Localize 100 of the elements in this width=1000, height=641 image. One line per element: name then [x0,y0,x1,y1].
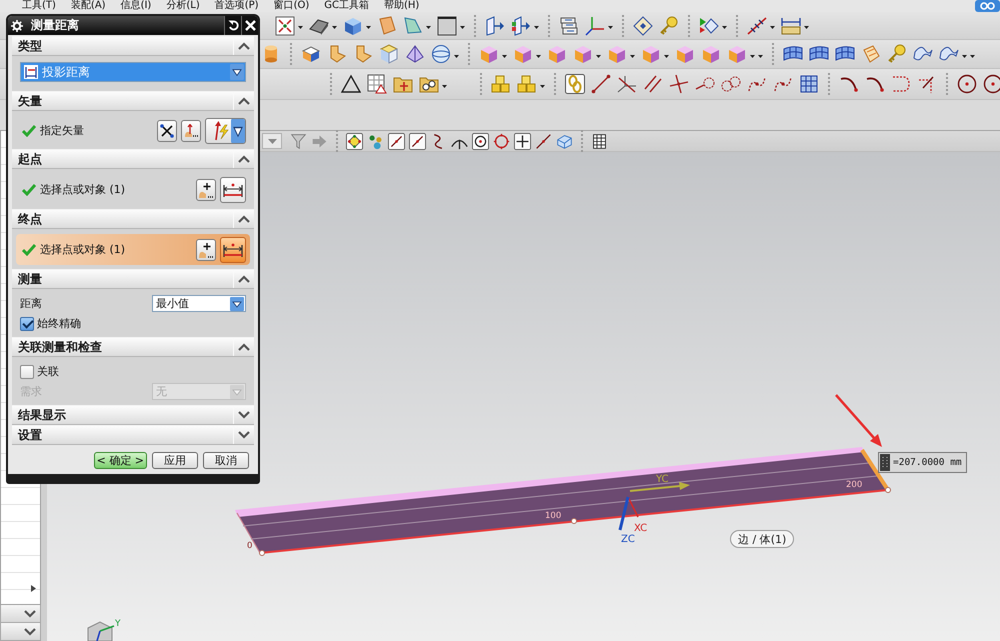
dimension-line-icon[interactable] [747,16,767,36]
parallel-lines-icon[interactable] [643,74,663,94]
caret-icon[interactable] [502,54,507,58]
vector-button[interactable] [205,118,246,144]
caret-icon[interactable] [630,54,635,58]
crossing-lines-icon[interactable] [669,74,689,94]
line-icon[interactable] [535,132,552,150]
snap-points-icon[interactable] [346,132,363,150]
scale-label: 100 [545,511,562,521]
layers-icon[interactable] [559,16,579,36]
plus-icon[interactable] [514,132,531,150]
caret-icon[interactable] [332,26,337,29]
checkbox[interactable] [20,364,34,378]
grid-icon[interactable] [591,132,608,150]
diamond-icon[interactable] [633,16,653,36]
box-icon[interactable] [379,44,399,64]
key-icon[interactable] [887,44,907,64]
axes-icon[interactable] [585,16,605,36]
point-select-button[interactable] [220,236,246,262]
dialog-button[interactable]: < 确定 > [94,452,147,469]
fit-view-icon[interactable] [275,16,295,36]
menu-item[interactable]: 首选项(P) [214,0,259,12]
caret-icon[interactable] [534,26,539,29]
filter-icon[interactable] [290,132,307,150]
cube-icon[interactable] [675,44,695,64]
section-title: 类型 [17,38,43,54]
menu-item[interactable]: 分析(L) [166,0,200,12]
sphere-icon[interactable] [431,44,451,64]
tool-button[interactable] [157,120,177,142]
scroll-right-icon[interactable] [31,585,36,592]
caret-icon[interactable] [770,26,775,29]
dropdown-button[interactable] [262,133,282,149]
plane-arrow-icon[interactable] [485,16,505,36]
grid-icon[interactable] [799,74,819,94]
caret-icon[interactable] [722,26,727,29]
caret-icon[interactable] [298,26,303,29]
menu-item[interactable]: 帮助(H) [384,0,420,12]
cube-icon[interactable] [343,16,363,36]
caret-icon[interactable] [442,84,447,88]
box-icon[interactable] [301,44,321,64]
caret-icon[interactable] [664,54,669,58]
stacked-blocks-icon[interactable] [491,74,511,94]
circle-center-icon[interactable] [472,132,489,150]
line-icon[interactable] [591,74,611,94]
caret-icon[interactable] [460,26,465,29]
box-outline-icon[interactable] [556,132,573,150]
dotted-circles-icon[interactable] [721,74,741,94]
caret-icon[interactable] [608,26,613,29]
settings-icon[interactable] [11,20,23,32]
caret-icon[interactable] [596,54,601,58]
dots-icon[interactable] [367,132,384,150]
menu-item[interactable]: 信息(I) [120,0,152,12]
line-icon[interactable] [409,132,426,150]
slab-body[interactable] [235,447,888,554]
caret-icon[interactable] [426,26,431,29]
axes-line-icon[interactable] [617,74,637,94]
tool-button[interactable] [196,178,216,200]
cube-icon[interactable] [701,44,721,64]
dialog-button[interactable]: 取消 [203,452,249,469]
dashed-bracket-icon[interactable] [891,74,911,94]
line-icon[interactable] [388,132,405,150]
key-icon[interactable] [659,16,679,36]
menu-item[interactable]: 装配(A) [70,0,106,12]
caret-icon[interactable] [366,26,371,29]
square-icon[interactable] [437,16,457,36]
ruler-icon[interactable] [781,16,801,36]
sheet-icon[interactable] [403,16,423,36]
dropdown-field[interactable]: 最小值 [152,295,246,312]
caret-icon[interactable] [454,54,459,58]
reset-button[interactable] [224,16,241,35]
ring-icon[interactable] [493,132,510,150]
close-button[interactable] [241,16,258,35]
chain-icon[interactable] [565,74,585,94]
dialog-button[interactable]: 应用 [152,452,198,469]
play-diamond-icon[interactable] [699,16,719,36]
triangle-icon[interactable] [341,74,361,94]
loop-badge-icon[interactable] [975,0,1000,12]
measurement-value: =207.0000 mm [893,457,962,468]
pyramid-icon[interactable] [405,44,425,64]
tool-button[interactable] [181,120,201,142]
point-select-button[interactable] [220,176,246,202]
plane-arrow-icon[interactable] [511,16,531,36]
caret-icon[interactable] [540,84,545,88]
caret-icon[interactable] [804,26,809,29]
grip-icon[interactable] [880,454,890,471]
selected-edge[interactable] [860,448,890,492]
dimension-lines-icon [24,65,38,79]
menu-item[interactable]: 工具(T) [22,0,56,12]
caret-icon[interactable] [536,54,541,58]
collapsed-panel-row[interactable] [0,605,41,623]
sheet-icon[interactable] [377,16,397,36]
circle-icon[interactable] [957,74,977,94]
tool-button[interactable] [196,238,216,260]
collapsed-panel-row[interactable] [0,623,41,641]
cube-icon[interactable] [547,44,567,64]
chevron-down-icon [238,411,250,419]
sheet-lines-icon[interactable] [861,44,881,64]
checkbox[interactable] [20,316,34,330]
table-icon[interactable] [367,74,387,94]
menu-item[interactable]: GC工具箱 [324,0,369,12]
